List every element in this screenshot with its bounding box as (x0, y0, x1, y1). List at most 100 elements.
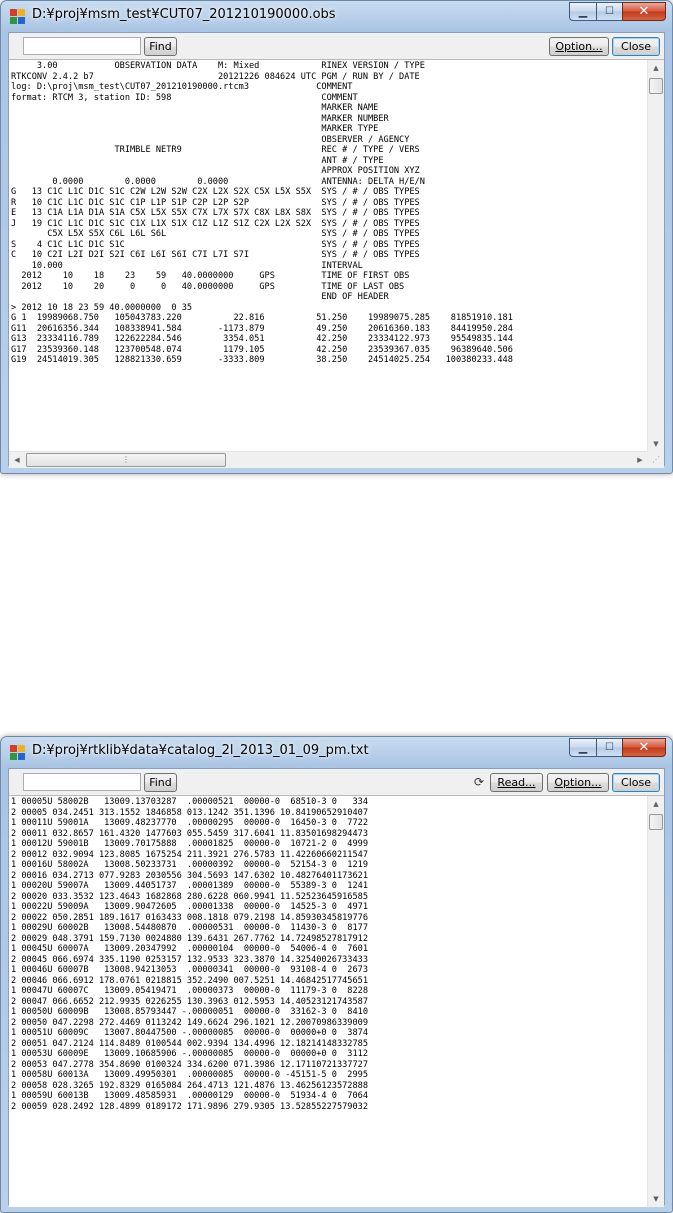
minimize-icon[interactable]: ▁ (569, 738, 596, 757)
text-line: 2 00045 066.6974 335.1190 0253157 132.95… (11, 954, 368, 965)
text-line: MARKER NAME (11, 103, 379, 113)
text-line: 2 00005 034.2451 313.1552 1846858 013.12… (11, 807, 368, 818)
caption-buttons: ▁ ☐ ✕ (569, 2, 666, 21)
text-line: > 2012 10 18 23 59 40.0000000 0 35 (11, 302, 193, 313)
text-line: 1 00011U 59001A 13009.48237770 .00000295… (11, 818, 368, 828)
text-line: 2 00050 047.2298 272.4469 0113242 149.66… (11, 1017, 368, 1028)
text-line: 2 00022 050.2851 189.1617 0163433 008.18… (11, 912, 368, 923)
scroll-up-icon[interactable]: ▲ (648, 796, 664, 812)
close-icon[interactable]: ✕ (622, 738, 666, 757)
text-line: TRIMBLE NETR9 REC # / TYPE / VERS (11, 145, 420, 155)
scroll-left-icon[interactable]: ◀ (9, 452, 25, 468)
text-line: ANT # / TYPE (11, 155, 384, 166)
text-line: 2 00029 048.3791 159.7130 0024880 139.64… (11, 933, 368, 944)
text-line: 2 00047 066.6652 212.9935 0226255 130.39… (11, 996, 368, 1007)
text-line: 1 00045U 60007A 13009.20347992 .00000104… (11, 944, 368, 954)
text-line: 1 00050U 60009B 13008.85793447 -.0000005… (11, 1007, 368, 1017)
text-line: 2 00016 034.2713 077.9283 2030556 304.56… (11, 870, 368, 881)
catalog-viewer-window: D:¥proj¥rtklib¥data¥catalog_2l_2013_01_0… (0, 736, 673, 1213)
text-line: 2012 10 18 23 59 40.0000000 GPS TIME OF … (11, 271, 410, 281)
find-button[interactable]: Find (144, 37, 177, 56)
text-line: S 4 C1C L1C D1C S1C SYS / # / OBS TYPES (11, 239, 420, 250)
window-title: D:¥proj¥rtklib¥data¥catalog_2l_2013_01_0… (32, 743, 369, 758)
text-line: 2 00053 047.2778 354.8690 0100324 334.62… (11, 1059, 368, 1070)
scroll-down-icon[interactable]: ▼ (648, 1191, 664, 1207)
text-content: 1 00005U 58002B 13009.13703287 .00000521… (11, 797, 647, 1112)
text-line: 10.000 INTERVAL (11, 260, 363, 271)
text-line: MARKER NUMBER (11, 113, 389, 124)
text-line: 1 00051U 60009C 13007.80447500 -.0000008… (11, 1028, 368, 1038)
horizontal-scrollbar[interactable]: ◀ ⋮ ▶ (9, 451, 648, 468)
text-line: MARKER TYPE (11, 124, 379, 134)
text-line: G 1 19989068.750 105043783.220 22.816 51… (11, 313, 513, 323)
minimize-icon[interactable]: ▁ (569, 2, 596, 21)
text-view[interactable]: 1 00005U 58002B 13009.13703287 .00000521… (9, 795, 664, 1207)
close-button[interactable]: Close (612, 37, 660, 56)
text-line: format: RTCM 3, station ID: 598 COMMENT (11, 92, 358, 103)
vertical-scrollbar[interactable]: ▲ ▼ (647, 796, 664, 1207)
text-line: E 13 C1A L1A D1A S1A C5X L5X S5X C7X L7X… (11, 208, 420, 218)
obs-viewer-window: D:¥proj¥msm_test¥CUT07_201210190000.obs … (0, 0, 673, 474)
caption-buttons: ▁ ☐ ✕ (569, 738, 666, 757)
toolbar: Find ⟳ Read... Option... Close (9, 769, 664, 795)
text-line: G 13 C1C L1C D1C S1C C2W L2W S2W C2X L2X… (11, 187, 420, 197)
text-line: 3.00 OBSERVATION DATA M: Mixed RINEX VER… (11, 61, 425, 71)
find-input[interactable] (23, 773, 141, 791)
text-line: 2 00058 028.3265 192.8329 0165084 264.47… (11, 1080, 368, 1091)
refresh-icon[interactable]: ⟳ (472, 775, 486, 789)
text-line: G13 23334116.789 122622284.546 3354.051 … (11, 334, 513, 344)
find-input[interactable] (23, 37, 141, 55)
text-line: 1 00059U 60013B 13009.48585931 .00000129… (11, 1091, 368, 1101)
h-scroll-thumb[interactable]: ⋮ (26, 453, 226, 467)
text-line: 2 00046 066.6912 178.0761 0218815 352.24… (11, 975, 368, 986)
toolbar: Find Option... Close (9, 33, 664, 59)
text-line: 1 00047U 60007C 13009.05419471 .00000373… (11, 986, 368, 996)
text-line: APPROX POSITION XYZ (11, 166, 420, 176)
client-area: Find Option... Close 3.00 OBSERVATION DA… (8, 32, 665, 468)
text-line: 1 00046U 60007B 13008.94213053 .00000341… (11, 965, 368, 975)
text-line: 1 00016U 58002A 13008.50233731 .00000392… (11, 860, 368, 870)
option-button-label: Option... (554, 776, 602, 789)
find-button[interactable]: Find (144, 773, 177, 792)
vertical-scrollbar[interactable]: ▲ ▼ (647, 60, 664, 452)
text-line: 0.0000 0.0000 0.0000 ANTENNA: DELTA H/E/… (11, 176, 425, 187)
option-button-label: Option... (555, 40, 603, 53)
text-view[interactable]: 3.00 OBSERVATION DATA M: Mixed RINEX VER… (9, 59, 664, 468)
read-button[interactable]: Read... (490, 773, 543, 792)
option-button[interactable]: Option... (547, 773, 609, 792)
maximize-icon[interactable]: ☐ (596, 738, 622, 757)
text-line: RTKCONV 2.4.2 b7 20121226 084624 UTC PGM… (11, 71, 420, 82)
text-line: 2012 10 20 0 0 40.0000000 GPS TIME OF LA… (11, 281, 405, 292)
scroll-up-icon[interactable]: ▲ (648, 60, 664, 76)
scroll-thumb[interactable] (649, 78, 663, 94)
text-line: 2 00012 032.9094 123.8085 1675254 211.39… (11, 849, 368, 860)
scroll-thumb[interactable] (649, 814, 663, 830)
text-line: OBSERVER / AGENCY (11, 134, 410, 145)
text-line: 2 00020 033.3532 123.4643 1682868 280.62… (11, 891, 368, 902)
text-line: 1 00053U 60009E 13009.10685906 -.0000008… (11, 1049, 368, 1059)
text-line: 1 00005U 58002B 13009.13703287 .00000521… (11, 797, 368, 807)
text-line: 2 00011 032.8657 161.4320 1477603 055.54… (11, 828, 368, 839)
scroll-right-icon[interactable]: ▶ (632, 452, 648, 468)
text-line: R 10 C1C L1C D1C S1C C1P L1P S1P C2P L2P… (11, 197, 420, 208)
title-bar[interactable]: D:¥proj¥msm_test¥CUT07_201210190000.obs … (1, 1, 672, 31)
text-line: 1 00020U 59007A 13009.44051737 .00001389… (11, 881, 368, 891)
text-line: 1 00022U 59009A 13009.90472605 .00001338… (11, 902, 368, 912)
text-line: 1 00058U 60013A 13009.49950301 .00000085… (11, 1070, 368, 1080)
option-button[interactable]: Option... (549, 37, 609, 56)
app-icon (10, 745, 25, 760)
text-line: G11 20616356.344 108338941.584 -1173.879… (11, 323, 513, 334)
window-title: D:¥proj¥msm_test¥CUT07_201210190000.obs (32, 7, 336, 22)
text-line: 1 00012U 59001B 13009.70175888 .00001825… (11, 839, 368, 849)
title-bar[interactable]: D:¥proj¥rtklib¥data¥catalog_2l_2013_01_0… (1, 737, 672, 767)
resize-grip-icon[interactable]: ⋰ (648, 452, 664, 468)
text-line: J 19 C1C L1C D1C S1C C1X L1X S1X C1Z L1Z… (11, 218, 420, 229)
maximize-icon[interactable]: ☐ (596, 2, 622, 21)
app-icon (10, 9, 25, 24)
close-icon[interactable]: ✕ (622, 2, 666, 21)
text-line: 1 00029U 60002B 13008.54480870 .00000531… (11, 923, 368, 933)
text-line: log: D:\proj\msm_test\CUT07_201210190000… (11, 82, 353, 92)
scroll-down-icon[interactable]: ▼ (648, 436, 664, 452)
text-line: G19 24514019.305 128821330.659 -3333.809… (11, 355, 513, 365)
close-button[interactable]: Close (612, 773, 660, 792)
